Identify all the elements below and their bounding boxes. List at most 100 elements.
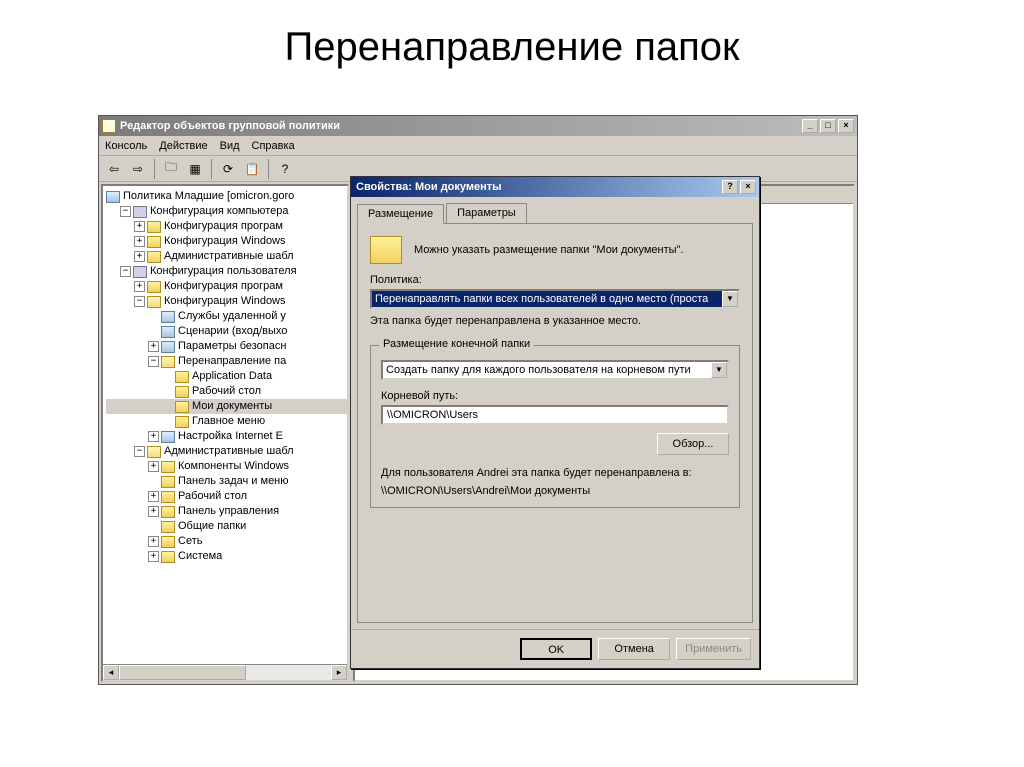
tree-label: Рабочий стол bbox=[192, 384, 261, 399]
policy-select[interactable]: Перенаправлять папки всех пользователей … bbox=[370, 289, 740, 309]
close-button[interactable]: × bbox=[838, 119, 854, 133]
collapse-icon[interactable]: − bbox=[134, 446, 145, 457]
scroll-track[interactable] bbox=[119, 665, 331, 680]
tree-node[interactable]: + Конфигурация програм bbox=[106, 219, 347, 234]
tree-root[interactable]: Политика Младшие [omicron.goro bbox=[106, 189, 347, 204]
app-icon bbox=[102, 119, 116, 133]
collapse-icon[interactable]: − bbox=[134, 296, 145, 307]
dropdown-arrow-icon[interactable]: ▼ bbox=[711, 362, 727, 378]
tree-node[interactable]: +Система bbox=[106, 549, 347, 564]
help-button[interactable]: ? bbox=[722, 180, 738, 194]
tree-label: Настройка Internet E bbox=[178, 429, 283, 444]
tree-node[interactable]: Главное меню bbox=[106, 414, 347, 429]
folder-icon bbox=[147, 236, 161, 248]
properties-dialog: Свойства: Мои документы ? × Размещение П… bbox=[350, 176, 760, 669]
folder-open-icon bbox=[147, 296, 161, 308]
properties-button[interactable]: ▦ bbox=[184, 158, 206, 180]
folder-icon bbox=[161, 521, 175, 533]
minimize-button[interactable]: _ bbox=[802, 119, 818, 133]
expand-icon[interactable]: + bbox=[148, 491, 159, 502]
tree-node[interactable]: Панель задач и меню bbox=[106, 474, 347, 489]
menu-help[interactable]: Справка bbox=[252, 140, 295, 152]
maximize-button[interactable]: □ bbox=[820, 119, 836, 133]
tab-parameters[interactable]: Параметры bbox=[446, 203, 527, 223]
expand-icon[interactable]: + bbox=[148, 461, 159, 472]
forward-button[interactable]: ⇨ bbox=[127, 158, 149, 180]
scroll-right-button[interactable]: ▸ bbox=[331, 665, 347, 680]
up-button[interactable]: 🗀 bbox=[160, 158, 182, 180]
tree-node[interactable]: +Компоненты Windows bbox=[106, 459, 347, 474]
tree-label: Политика Младшие [omicron.goro bbox=[123, 189, 294, 204]
folder-icon bbox=[175, 386, 189, 398]
root-path-input[interactable] bbox=[381, 405, 729, 425]
tab-location[interactable]: Размещение bbox=[357, 204, 444, 224]
tree-label: Конфигурация Windows bbox=[164, 234, 286, 249]
expand-icon[interactable]: + bbox=[134, 221, 145, 232]
menu-action[interactable]: Действие bbox=[159, 140, 207, 152]
horizontal-scrollbar[interactable]: ◂ ▸ bbox=[103, 664, 347, 680]
tree-node-user-config[interactable]: −Конфигурация пользователя bbox=[106, 264, 347, 279]
export-button[interactable]: 📋 bbox=[241, 158, 263, 180]
folder-open-icon bbox=[161, 356, 175, 368]
collapse-icon[interactable]: − bbox=[120, 206, 131, 217]
tree-node[interactable]: + Конфигурация Windows bbox=[106, 234, 347, 249]
folder-icon bbox=[161, 476, 175, 488]
tree-label: Перенаправление па bbox=[178, 354, 286, 369]
collapse-icon[interactable]: − bbox=[148, 356, 159, 367]
tree-node[interactable]: + Конфигурация програм bbox=[106, 279, 347, 294]
computer-icon bbox=[133, 206, 147, 218]
example-label: Для пользователя Andrei эта папка будет … bbox=[381, 467, 729, 479]
collapse-icon[interactable]: − bbox=[120, 266, 131, 277]
ok-button[interactable]: OK bbox=[520, 638, 592, 660]
tree-node[interactable]: + Настройка Internet E bbox=[106, 429, 347, 444]
slide-title: Перенаправление папок bbox=[0, 0, 1024, 85]
security-icon bbox=[161, 341, 175, 353]
tree-node[interactable]: +Административные шабл bbox=[106, 249, 347, 264]
expand-icon[interactable]: + bbox=[148, 536, 159, 547]
expand-icon[interactable]: + bbox=[134, 251, 145, 262]
separator bbox=[268, 159, 269, 179]
destination-value: Создать папку для каждого пользователя н… bbox=[383, 362, 711, 378]
menu-view[interactable]: Вид bbox=[220, 140, 240, 152]
tree-node[interactable]: Рабочий стол bbox=[106, 384, 347, 399]
tree-node[interactable]: −Конфигурация Windows bbox=[106, 294, 347, 309]
refresh-button[interactable]: ⟳ bbox=[217, 158, 239, 180]
tree-node[interactable]: +Рабочий стол bbox=[106, 489, 347, 504]
tree-node[interactable]: Службы удаленной у bbox=[106, 309, 347, 324]
menu-console[interactable]: Консоль bbox=[105, 140, 147, 152]
destination-select[interactable]: Создать папку для каждого пользователя н… bbox=[381, 360, 729, 380]
example-path: \\OMICRON\Users\Andrei\Мои документы bbox=[381, 485, 729, 497]
tree-node[interactable]: +Панель управления bbox=[106, 504, 347, 519]
separator bbox=[211, 159, 212, 179]
browse-button[interactable]: Обзор... bbox=[657, 433, 729, 455]
scroll-left-button[interactable]: ◂ bbox=[103, 665, 119, 680]
policy-note: Эта папка будет перенаправлена в указанн… bbox=[370, 315, 740, 327]
tree-node-computer-config[interactable]: −Конфигурация компьютера bbox=[106, 204, 347, 219]
expand-icon[interactable]: + bbox=[148, 431, 159, 442]
expand-icon[interactable]: + bbox=[134, 281, 145, 292]
tree-node[interactable]: Общие папки bbox=[106, 519, 347, 534]
back-button[interactable]: ⇦ bbox=[103, 158, 125, 180]
tree-node-my-documents[interactable]: Мои документы bbox=[106, 399, 347, 414]
tree-node[interactable]: Сценарии (вход/выхо bbox=[106, 324, 347, 339]
tree-node[interactable]: +Параметры безопасн bbox=[106, 339, 347, 354]
tree-node[interactable]: + Сеть bbox=[106, 534, 347, 549]
tree-node[interactable]: Application Data bbox=[106, 369, 347, 384]
close-button[interactable]: × bbox=[740, 180, 756, 194]
cancel-button[interactable]: Отмена bbox=[598, 638, 670, 660]
tree-label: Конфигурация програм bbox=[164, 279, 283, 294]
tree-label: Панель задач и меню bbox=[178, 474, 289, 489]
expand-icon[interactable]: + bbox=[148, 506, 159, 517]
help-button[interactable]: ? bbox=[274, 158, 296, 180]
expand-icon[interactable]: + bbox=[148, 551, 159, 562]
tree-node-folder-redirect[interactable]: − Перенаправление па bbox=[106, 354, 347, 369]
tree-label: Сеть bbox=[178, 534, 202, 549]
tree-label: Конфигурация програм bbox=[164, 219, 283, 234]
dropdown-arrow-icon[interactable]: ▼ bbox=[722, 291, 738, 307]
scroll-thumb[interactable] bbox=[119, 665, 246, 680]
expand-icon[interactable]: + bbox=[134, 236, 145, 247]
tree-node[interactable]: −Административные шабл bbox=[106, 444, 347, 459]
folder-icon bbox=[147, 221, 161, 233]
apply-button[interactable]: Применить bbox=[676, 638, 751, 660]
expand-icon[interactable]: + bbox=[148, 341, 159, 352]
